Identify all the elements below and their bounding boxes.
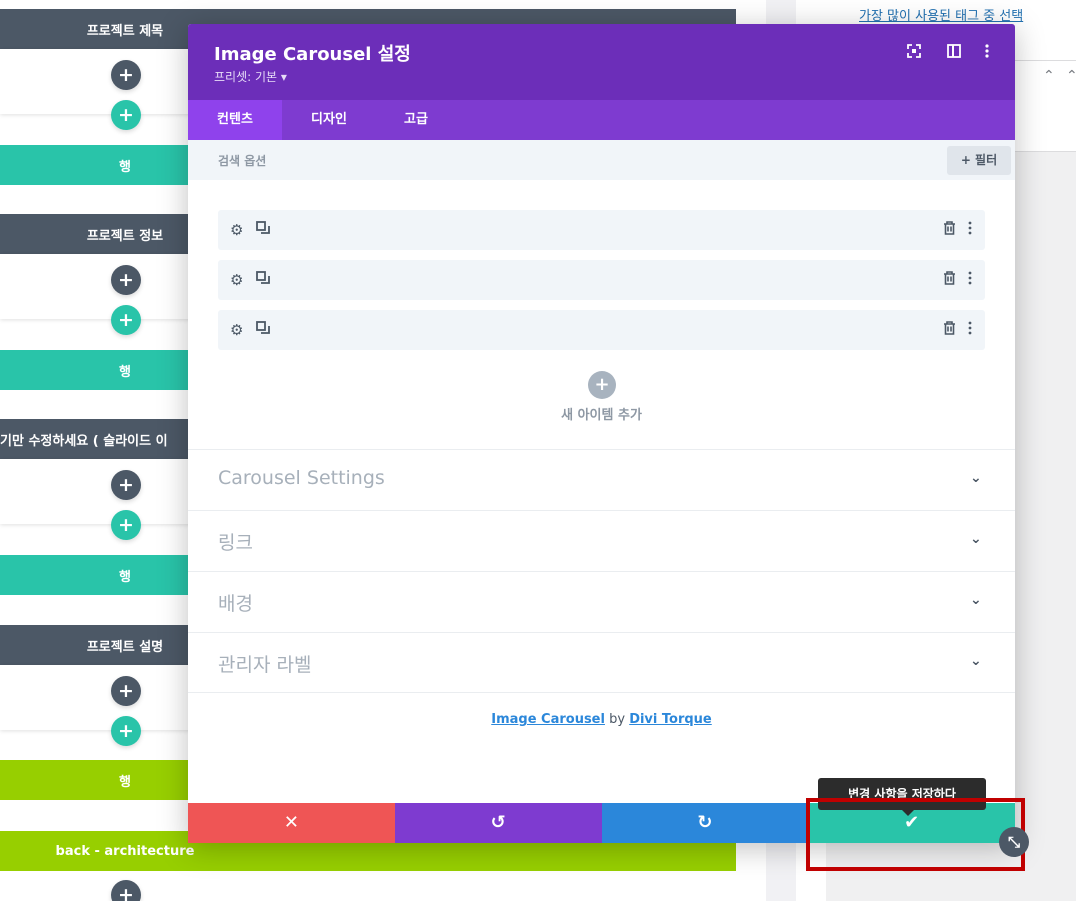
add-module-button[interactable]: +: [111, 470, 141, 500]
chevron-down-icon[interactable]: ⌄: [970, 653, 982, 669]
accordion-admin-label[interactable]: 관리자 라벨 ⌄: [188, 632, 1015, 693]
carousel-item[interactable]: ⚙: [218, 260, 985, 300]
more-vertical-icon[interactable]: [967, 271, 973, 289]
trash-icon[interactable]: [943, 321, 956, 339]
more-vertical-icon[interactable]: [967, 321, 973, 339]
duplicate-icon[interactable]: [256, 221, 270, 239]
gear-icon[interactable]: ⚙: [230, 271, 243, 289]
section-title: back - architecture: [55, 843, 195, 859]
accordion-title: 배경: [218, 593, 253, 615]
gear-icon[interactable]: ⚙: [230, 321, 243, 339]
add-row-button[interactable]: +: [111, 100, 141, 130]
chevron-down-icon[interactable]: ⌄: [970, 531, 982, 547]
expand-icon[interactable]: [906, 44, 922, 60]
accordion-carousel-settings[interactable]: Carousel Settings ⌄: [188, 449, 1015, 510]
modal-title: Image Carousel 설정: [214, 44, 411, 65]
duplicate-icon[interactable]: [256, 321, 270, 339]
filter-button[interactable]: + 필터: [947, 146, 1011, 175]
sidebar-divider: [1014, 60, 1076, 61]
duplicate-icon[interactable]: [256, 271, 270, 289]
resize-icon[interactable]: ⤡: [999, 827, 1029, 857]
accordion-background[interactable]: 배경 ⌄: [188, 571, 1015, 632]
author-link[interactable]: Divi Torque: [629, 712, 712, 727]
chevron-down-icon[interactable]: ⌄: [970, 592, 982, 608]
add-module-button[interactable]: +: [111, 60, 141, 90]
modal-header[interactable]: Image Carousel 설정 프리셋: 기본 ▾: [188, 24, 1015, 100]
accordion-link[interactable]: 링크 ⌄: [188, 510, 1015, 571]
add-row-button[interactable]: +: [111, 305, 141, 335]
most-used-tags-link[interactable]: 가장 많이 사용된 태그 중 선택: [859, 5, 1023, 24]
modal-tabs: 컨텐츠 디자인 고급: [188, 100, 1015, 140]
tab-content[interactable]: 컨텐츠: [188, 100, 282, 140]
sidebar-layout-icon[interactable]: [946, 44, 962, 60]
credit-by: by: [604, 712, 630, 727]
trash-icon[interactable]: [943, 221, 956, 239]
tab-advanced[interactable]: 고급: [376, 100, 456, 140]
accordion-title: 링크: [218, 532, 253, 554]
more-vertical-icon[interactable]: [967, 221, 973, 239]
more-vertical-icon[interactable]: [979, 44, 995, 60]
carousel-item[interactable]: ⚙: [218, 310, 985, 350]
trash-icon[interactable]: [943, 271, 956, 289]
accordion-title: 관리자 라벨: [218, 654, 312, 676]
add-item-label[interactable]: 새 아이템 추가: [488, 404, 715, 423]
module-link[interactable]: Image Carousel: [491, 712, 605, 727]
chevron-up-icon[interactable]: ⌃: [1043, 68, 1055, 84]
highlight-annotation: [806, 798, 1025, 871]
add-item-button[interactable]: +: [588, 371, 616, 399]
search-options-bar[interactable]: 검색 옵션 + 필터: [188, 140, 1015, 180]
settings-modal: Image Carousel 설정 프리셋: 기본 ▾ 컨텐츠 디자인 고급 검…: [188, 24, 1015, 843]
accordion-title: Carousel Settings: [218, 467, 385, 489]
chevron-up-icon[interactable]: ⌃: [1066, 68, 1076, 84]
search-options-label[interactable]: 검색 옵션: [218, 152, 266, 169]
cancel-button[interactable]: ✕: [188, 803, 395, 843]
undo-button[interactable]: ↺: [394, 803, 602, 843]
gear-icon[interactable]: ⚙: [230, 221, 243, 239]
carousel-item[interactable]: ⚙: [218, 210, 985, 250]
add-row-button[interactable]: +: [111, 716, 141, 746]
redo-button[interactable]: ↻: [601, 803, 809, 843]
add-row-button[interactable]: +: [111, 510, 141, 540]
chevron-down-icon[interactable]: ⌄: [970, 470, 982, 486]
add-module-button[interactable]: +: [111, 676, 141, 706]
preset-selector[interactable]: 프리셋: 기본 ▾: [214, 68, 287, 85]
add-module-button[interactable]: +: [111, 265, 141, 295]
module-credit: Image Carousel by Divi Torque: [188, 712, 1015, 727]
tab-design[interactable]: 디자인: [282, 100, 376, 140]
